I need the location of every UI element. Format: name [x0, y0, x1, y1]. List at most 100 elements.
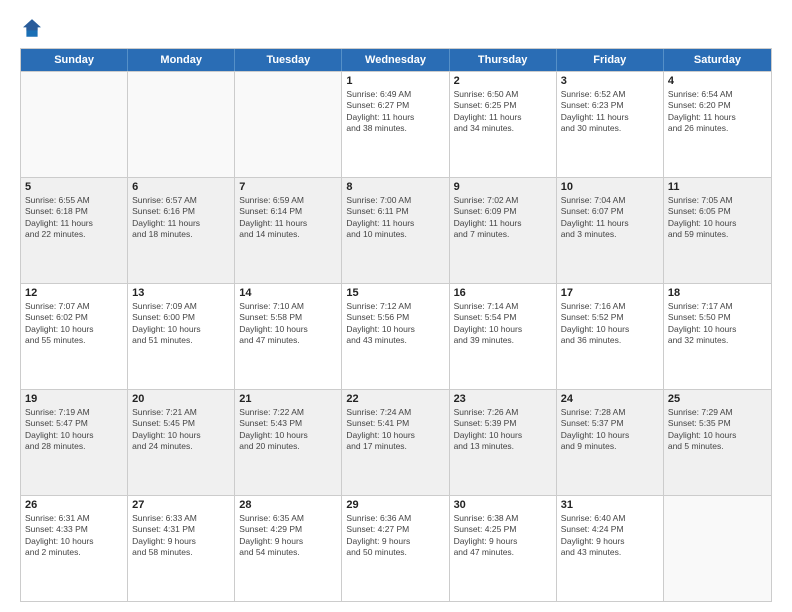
cell-date: 10: [561, 181, 659, 193]
cell-date: 20: [132, 393, 230, 405]
calendar-cell: 24 Sunrise: 7:28 AM Sunset: 5:37 PM Dayli…: [557, 390, 664, 495]
calendar-cell: 3 Sunrise: 6:52 AM Sunset: 6:23 PM Daylig…: [557, 72, 664, 177]
cell-info: Sunrise: 6:59 AM Sunset: 6:14 PM Dayligh…: [239, 195, 337, 241]
cell-info: Sunrise: 7:00 AM Sunset: 6:11 PM Dayligh…: [346, 195, 444, 241]
cell-info: Sunrise: 6:52 AM Sunset: 6:23 PM Dayligh…: [561, 89, 659, 135]
calendar-cell: 18 Sunrise: 7:17 AM Sunset: 5:50 PM Dayli…: [664, 284, 771, 389]
header-day-monday: Monday: [128, 49, 235, 71]
cell-date: 16: [454, 287, 552, 299]
calendar-row-3: 12 Sunrise: 7:07 AM Sunset: 6:02 PM Dayli…: [21, 283, 771, 389]
calendar-cell: 19 Sunrise: 7:19 AM Sunset: 5:47 PM Dayli…: [21, 390, 128, 495]
calendar-cell: 17 Sunrise: 7:16 AM Sunset: 5:52 PM Dayli…: [557, 284, 664, 389]
cell-info: Sunrise: 7:22 AM Sunset: 5:43 PM Dayligh…: [239, 407, 337, 453]
cell-info: Sunrise: 6:55 AM Sunset: 6:18 PM Dayligh…: [25, 195, 123, 241]
header: [20, 16, 772, 40]
calendar-cell: 12 Sunrise: 7:07 AM Sunset: 6:02 PM Dayli…: [21, 284, 128, 389]
calendar-cell: 15 Sunrise: 7:12 AM Sunset: 5:56 PM Dayli…: [342, 284, 449, 389]
cell-info: Sunrise: 6:35 AM Sunset: 4:29 PM Dayligh…: [239, 513, 337, 559]
calendar-cell: 30Sunrise: 6:38 AM Sunset: 4:25 PM Dayli…: [450, 496, 557, 601]
calendar-cell: 27Sunrise: 6:33 AM Sunset: 4:31 PM Dayli…: [128, 496, 235, 601]
cell-date: 5: [25, 181, 123, 193]
calendar-cell: 22 Sunrise: 7:24 AM Sunset: 5:41 PM Dayli…: [342, 390, 449, 495]
cell-date: 31: [561, 499, 659, 511]
cell-date: 28: [239, 499, 337, 511]
calendar-row-1: 1Sunrise: 6:49 AM Sunset: 6:27 PM Daylig…: [21, 71, 771, 177]
cell-date: 18: [668, 287, 767, 299]
cell-date: 30: [454, 499, 552, 511]
cell-info: Sunrise: 7:19 AM Sunset: 5:47 PM Dayligh…: [25, 407, 123, 453]
calendar-cell: 16 Sunrise: 7:14 AM Sunset: 5:54 PM Dayli…: [450, 284, 557, 389]
calendar-cell: 9Sunrise: 7:02 AM Sunset: 6:09 PM Daylig…: [450, 178, 557, 283]
cell-info: Sunrise: 7:14 AM Sunset: 5:54 PM Dayligh…: [454, 301, 552, 347]
cell-info: Sunrise: 6:54 AM Sunset: 6:20 PM Dayligh…: [668, 89, 767, 135]
cell-info: Sunrise: 7:29 AM Sunset: 5:35 PM Dayligh…: [668, 407, 767, 453]
cell-date: 7: [239, 181, 337, 193]
calendar-cell: 31 Sunrise: 6:40 AM Sunset: 4:24 PM Dayli…: [557, 496, 664, 601]
cell-date: 2: [454, 75, 552, 87]
cell-date: 8: [346, 181, 444, 193]
calendar-cell: [664, 496, 771, 601]
cell-date: 29: [346, 499, 444, 511]
cell-info: Sunrise: 6:50 AM Sunset: 6:25 PM Dayligh…: [454, 89, 552, 135]
cell-date: 19: [25, 393, 123, 405]
header-day-sunday: Sunday: [21, 49, 128, 71]
calendar-cell: 4 Sunrise: 6:54 AM Sunset: 6:20 PM Daylig…: [664, 72, 771, 177]
cell-info: Sunrise: 7:10 AM Sunset: 5:58 PM Dayligh…: [239, 301, 337, 347]
calendar-cell: 10Sunrise: 7:04 AM Sunset: 6:07 PM Dayli…: [557, 178, 664, 283]
cell-info: Sunrise: 7:28 AM Sunset: 5:37 PM Dayligh…: [561, 407, 659, 453]
header-day-thursday: Thursday: [450, 49, 557, 71]
cell-date: 13: [132, 287, 230, 299]
calendar-row-4: 19 Sunrise: 7:19 AM Sunset: 5:47 PM Dayli…: [21, 389, 771, 495]
cell-date: 17: [561, 287, 659, 299]
calendar-cell: 20 Sunrise: 7:21 AM Sunset: 5:45 PM Dayli…: [128, 390, 235, 495]
cell-date: 27: [132, 499, 230, 511]
cell-date: 4: [668, 75, 767, 87]
cell-info: Sunrise: 7:07 AM Sunset: 6:02 PM Dayligh…: [25, 301, 123, 347]
cell-info: Sunrise: 7:21 AM Sunset: 5:45 PM Dayligh…: [132, 407, 230, 453]
calendar-cell: 11 Sunrise: 7:05 AM Sunset: 6:05 PM Dayli…: [664, 178, 771, 283]
cell-date: 12: [25, 287, 123, 299]
cell-date: 21: [239, 393, 337, 405]
cell-info: Sunrise: 6:57 AM Sunset: 6:16 PM Dayligh…: [132, 195, 230, 241]
cell-info: Sunrise: 7:12 AM Sunset: 5:56 PM Dayligh…: [346, 301, 444, 347]
calendar-cell: 2 Sunrise: 6:50 AM Sunset: 6:25 PM Daylig…: [450, 72, 557, 177]
logo-icon: [20, 16, 44, 40]
page: SundayMondayTuesdayWednesdayThursdayFrid…: [0, 0, 792, 612]
header-day-saturday: Saturday: [664, 49, 771, 71]
header-day-tuesday: Tuesday: [235, 49, 342, 71]
calendar-cell: [235, 72, 342, 177]
cell-date: 22: [346, 393, 444, 405]
cell-date: 26: [25, 499, 123, 511]
cell-info: Sunrise: 7:17 AM Sunset: 5:50 PM Dayligh…: [668, 301, 767, 347]
cell-info: Sunrise: 6:40 AM Sunset: 4:24 PM Dayligh…: [561, 513, 659, 559]
cell-info: Sunrise: 7:05 AM Sunset: 6:05 PM Dayligh…: [668, 195, 767, 241]
cell-info: Sunrise: 7:24 AM Sunset: 5:41 PM Dayligh…: [346, 407, 444, 453]
calendar-cell: 14 Sunrise: 7:10 AM Sunset: 5:58 PM Dayli…: [235, 284, 342, 389]
cell-info: Sunrise: 6:36 AM Sunset: 4:27 PM Dayligh…: [346, 513, 444, 559]
cell-date: 6: [132, 181, 230, 193]
cell-date: 14: [239, 287, 337, 299]
cell-date: 11: [668, 181, 767, 193]
calendar-cell: 29 Sunrise: 6:36 AM Sunset: 4:27 PM Dayli…: [342, 496, 449, 601]
calendar-cell: [128, 72, 235, 177]
calendar-cell: 21 Sunrise: 7:22 AM Sunset: 5:43 PM Dayli…: [235, 390, 342, 495]
calendar-cell: 8 Sunrise: 7:00 AM Sunset: 6:11 PM Daylig…: [342, 178, 449, 283]
calendar-body: 1Sunrise: 6:49 AM Sunset: 6:27 PM Daylig…: [21, 71, 771, 601]
calendar-cell: 23Sunrise: 7:26 AM Sunset: 5:39 PM Dayli…: [450, 390, 557, 495]
cell-date: 9: [454, 181, 552, 193]
cell-info: Sunrise: 6:31 AM Sunset: 4:33 PM Dayligh…: [25, 513, 123, 559]
cell-date: 24: [561, 393, 659, 405]
cell-date: 15: [346, 287, 444, 299]
cell-info: Sunrise: 6:49 AM Sunset: 6:27 PM Dayligh…: [346, 89, 444, 135]
cell-info: Sunrise: 7:09 AM Sunset: 6:00 PM Dayligh…: [132, 301, 230, 347]
cell-date: 25: [668, 393, 767, 405]
calendar-cell: 25 Sunrise: 7:29 AM Sunset: 5:35 PM Dayli…: [664, 390, 771, 495]
calendar-cell: 28 Sunrise: 6:35 AM Sunset: 4:29 PM Dayli…: [235, 496, 342, 601]
cell-date: 3: [561, 75, 659, 87]
calendar-cell: 1Sunrise: 6:49 AM Sunset: 6:27 PM Daylig…: [342, 72, 449, 177]
cell-info: Sunrise: 7:16 AM Sunset: 5:52 PM Dayligh…: [561, 301, 659, 347]
cell-date: 23: [454, 393, 552, 405]
calendar-cell: 13 Sunrise: 7:09 AM Sunset: 6:00 PM Dayli…: [128, 284, 235, 389]
calendar-row-2: 5 Sunrise: 6:55 AM Sunset: 6:18 PM Daylig…: [21, 177, 771, 283]
calendar-cell: 26 Sunrise: 6:31 AM Sunset: 4:33 PM Dayli…: [21, 496, 128, 601]
